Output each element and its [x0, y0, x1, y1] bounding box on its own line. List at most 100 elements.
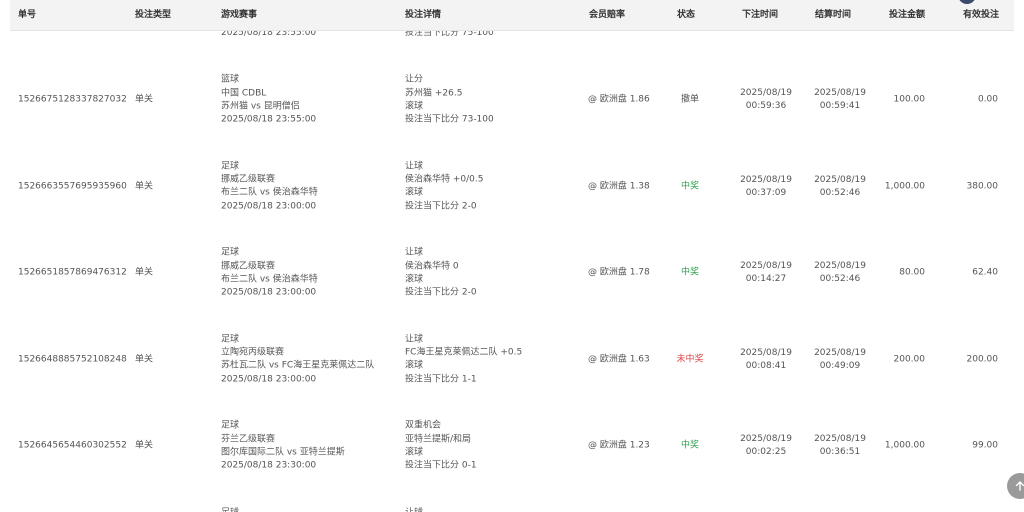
arrow-up-icon — [1015, 481, 1024, 491]
member-odds: @ 欧洲盘 1.23 — [588, 440, 650, 451]
table-row[interactable]: 1526651857869476312 单关 足球挪威乙级联赛布兰二队 vs 侯治森… — [10, 230, 1014, 318]
event-info-line: 布兰二队 vs 侯治森华特 — [221, 274, 318, 285]
bet-time-line: 2025/08/19 — [740, 261, 792, 272]
header-valid-bet[interactable]: 有效投注 — [963, 0, 999, 30]
table-row[interactable]: 1526663557695935960 单关 足球 挪威乙级联赛 布兰二队 vs 侯治森… — [10, 143, 1014, 231]
bet-details-line: 让球 — [405, 247, 424, 258]
header-amount[interactable]: 投注金额 — [889, 0, 925, 30]
order-no[interactable]: 1526675128337827032 — [18, 94, 127, 107]
bet-type: 单关 — [135, 267, 154, 278]
header-bet-time[interactable]: 下注时间 — [742, 0, 778, 30]
bet-time: 2025/08/19 00:08:41 — [728, 347, 804, 373]
order-no[interactable]: 1526648885752108248 — [18, 353, 127, 366]
header-settle-time[interactable]: 结算时间 — [815, 0, 851, 30]
header-details[interactable]: 投注详情 — [405, 0, 441, 30]
header-odds[interactable]: 会员赔率 — [589, 0, 625, 30]
event-sport: 足球 — [221, 507, 239, 512]
table-header: 单号 投注类型 游戏赛事 投注详情 会员赔率 状态 下注时间 结算时间 投注金额… — [10, 0, 1014, 31]
table-row[interactable]: 1526648885752108248 单关 足球 立陶宛丙级联赛 苏杜瓦二队 vs F… — [10, 316, 1014, 404]
valid-bet: 62.40 — [972, 267, 998, 278]
event-info-line: 2025/08/18 23:55:00 — [221, 114, 317, 125]
valid-bet: 380.00 — [966, 181, 999, 192]
member-odds: @ 欧洲盘 1.86 — [588, 94, 650, 105]
bet-type: 单关 — [135, 354, 154, 365]
bet-details-line: 滚球 — [405, 274, 424, 285]
status-badge: 中奖 — [680, 267, 699, 278]
table-row-partial-bottom: 足球 让球 — [10, 489, 1014, 512]
bet-details-line: 投注当下比分 2-0 — [405, 201, 477, 212]
event-info-line: 布兰二队 vs 侯治森华特 — [221, 187, 318, 198]
bet-details-line: 投注当下比分 1-1 — [405, 374, 477, 385]
bet-time: 2025/08/19 00:14:27 — [728, 260, 804, 286]
bet-amount: 1,000.00 — [884, 440, 925, 451]
bet-details: 让球侯治森华特 +0/0.5 滚球投注当下比分 2-0 — [405, 160, 483, 213]
event-info: 足球挪威乙级联赛布兰二队 vs 侯治森华特 2025/08/18 23:00:00 — [221, 247, 318, 300]
header-bet-type[interactable]: 投注类型 — [135, 0, 171, 30]
bet-details: 让球侯治森华特 0 滚球投注当下比分 2-0 — [405, 247, 477, 300]
order-no[interactable]: 1526645654460302552 — [18, 440, 127, 453]
bet-details-line: 滚球 — [405, 447, 424, 458]
event-info: 足球 挪威乙级联赛 布兰二队 vs 侯治森华特 2025/08/18 23:00:00 — [221, 160, 318, 213]
table-row[interactable]: 1526645654460302552 单关 足球 芬兰乙级联赛 图尔库国际二队 vs … — [10, 403, 1014, 491]
bet-time-line: 00:59:36 — [745, 101, 787, 112]
bet-time-line: 2025/08/19 — [740, 174, 792, 185]
bet-time-line: 00:37:09 — [745, 187, 787, 198]
table-row[interactable]: 1526675128337827032 单关 篮球中国 CDBL 苏州猫 vs 昆明僧… — [10, 57, 1014, 145]
event-info-line: 芬兰乙级联赛 — [221, 433, 276, 444]
bet-details-line: 投注当下比分 2-0 — [405, 287, 477, 298]
bet-time: 2025/08/19 00:59:36 — [728, 87, 804, 113]
bet-time-line: 00:08:41 — [745, 360, 787, 371]
bet-details-line: 苏州猫 +26.5 — [405, 87, 463, 98]
bet-details-line: 双重机会 — [405, 420, 442, 431]
event-info-line: 2025/08/18 23:00:00 — [221, 374, 317, 385]
bet-time-line: 00:02:25 — [745, 447, 787, 458]
event-info-line: 立陶宛丙级联赛 — [221, 347, 285, 358]
bet-details: 双重机会 亚特兰提斯/和局 滚球 投注当下比分 0-1 — [405, 420, 477, 473]
event-info-line: 足球 — [221, 247, 240, 258]
bet-details-line: 侯治森华特 0 — [405, 260, 459, 271]
member-odds: @ 欧洲盘 1.38 — [588, 181, 650, 192]
event-info-line: 2025/08/18 23:00:00 — [221, 201, 317, 212]
bet-details-line: FC海王星克莱佩达二队 +0.5 — [405, 347, 523, 358]
bet-details-line: 投注当下比分 73-100 — [405, 114, 494, 125]
event-info-line: 苏州猫 vs 昆明僧侣 — [221, 101, 300, 112]
bet-amount: 200.00 — [893, 354, 926, 365]
status-badge: 中奖 — [680, 181, 699, 192]
event-info: 足球 立陶宛丙级联赛 苏杜瓦二队 vs FC海王星克莱佩达二队 2025/08/18 … — [221, 333, 374, 386]
bet-time-line: 2025/08/19 — [740, 88, 792, 99]
bet-time-line: 00:14:27 — [745, 274, 787, 285]
bet-details-line: 让球 — [405, 161, 424, 172]
detail-market: 让球 — [405, 507, 423, 512]
bet-type: 单关 — [135, 94, 154, 105]
event-info-line: 苏杜瓦二队 vs FC海王星克莱佩达二队 — [221, 360, 375, 371]
bet-amount: 1,000.00 — [884, 181, 925, 192]
event-info: 篮球中国 CDBL 苏州猫 vs 昆明僧侣 2025/08/18 23:55:00 — [221, 74, 316, 127]
event-info-line: 挪威乙级联赛 — [221, 260, 276, 271]
event-info-line: 图尔库国际二队 vs 亚特兰提斯 — [221, 447, 345, 458]
bet-details-line: 滚球 — [405, 101, 424, 112]
member-odds: @ 欧洲盘 1.63 — [588, 354, 650, 365]
bet-details-line: 滚球 — [405, 187, 424, 198]
bet-records-table: 2025/08/18 23:55:00 投注当下比分 75-100 152667… — [10, 0, 1014, 512]
event-info-line: 中国 CDBL — [221, 87, 267, 98]
valid-bet: 99.00 — [972, 440, 998, 451]
bet-amount: 100.00 — [893, 94, 926, 105]
valid-bet: 200.00 — [966, 354, 999, 365]
event-info-line: 2025/08/18 23:30:00 — [221, 460, 317, 471]
header-status[interactable]: 状态 — [677, 0, 695, 30]
header-event[interactable]: 游戏赛事 — [221, 0, 257, 30]
event-info-line: 篮球 — [221, 74, 240, 85]
event-info: 足球 芬兰乙级联赛 图尔库国际二队 vs 亚特兰提斯 2025/08/18 23:30… — [221, 420, 345, 473]
header-order-no[interactable]: 单号 — [18, 0, 36, 30]
event-info-line: 挪威乙级联赛 — [221, 174, 276, 185]
order-no[interactable]: 1526651857869476312 — [18, 267, 127, 280]
bet-time: 2025/08/19 00:37:09 — [728, 174, 804, 200]
bet-time-line: 2025/08/19 — [740, 434, 792, 445]
bet-details-line: 让球 — [405, 334, 424, 345]
event-info-line: 2025/08/18 23:00:00 — [221, 287, 317, 298]
bet-amount: 80.00 — [899, 267, 925, 278]
bet-time: 2025/08/19 00:02:25 — [728, 433, 804, 459]
order-no[interactable]: 1526663557695935960 — [18, 180, 127, 193]
bet-details-line: 侯治森华特 +0/0.5 — [405, 174, 484, 185]
bet-details-line: 投注当下比分 0-1 — [405, 460, 477, 471]
